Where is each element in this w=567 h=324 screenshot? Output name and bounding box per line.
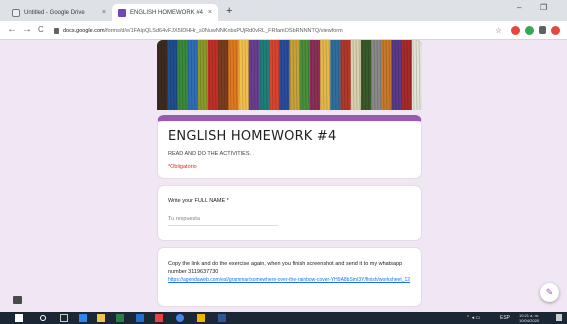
- clock[interactable]: 10:21 a. m. 10/04/2020: [519, 313, 539, 323]
- search-icon[interactable]: [40, 315, 46, 321]
- close-tab-icon[interactable]: ×: [208, 9, 212, 16]
- pencil-icon: ✎: [545, 287, 554, 297]
- form-title-card: ENGLISH HOMEWORK #4 READ AND DO THE ACTI…: [157, 115, 422, 179]
- header-image-colored-yarn: [157, 40, 422, 110]
- google-form: ENGLISH HOMEWORK #4 READ AND DO THE ACTI…: [157, 40, 422, 307]
- url-domain: docs.google.com: [63, 27, 105, 34]
- browser-tab-strip: Untitled - Google Drive × ENGLISH HOMEWO…: [0, 0, 567, 21]
- colored-yarn-icon: [157, 40, 422, 110]
- reload-button[interactable]: C: [38, 23, 44, 37]
- windows-taskbar: ⌃ ◂ ▭ ESP 10:21 a. m. 10/04/2020: [0, 312, 567, 324]
- question-card-full-name: Write your FULL NAME * Tu respuesta: [157, 185, 422, 241]
- form-title: ENGLISH HOMEWORK #4: [168, 129, 337, 144]
- store-icon[interactable]: [116, 314, 124, 322]
- extension-green-icon[interactable]: [525, 26, 534, 35]
- windows-start-icon[interactable]: [15, 314, 23, 322]
- instruction-card: Copy the link and do the exercise again,…: [157, 247, 422, 307]
- chrome-icon[interactable]: [176, 314, 184, 322]
- minimize-button[interactable]: –: [517, 3, 521, 12]
- file-explorer-icon[interactable]: [97, 314, 105, 322]
- new-tab-button[interactable]: +: [226, 4, 232, 18]
- google-forms-icon: [118, 8, 126, 17]
- clock-date: 10/04/2020: [519, 318, 540, 323]
- edit-fab-button[interactable]: ✎: [540, 283, 559, 302]
- close-tab-icon[interactable]: ×: [102, 9, 106, 16]
- extensions-puzzle-icon[interactable]: [539, 26, 546, 34]
- lock-icon: [54, 27, 59, 34]
- full-name-input[interactable]: Tu respuesta: [168, 216, 278, 226]
- tab-title: ENGLISH HOMEWORK #4: [130, 9, 204, 16]
- url-path: /forms/d/e/1FAIpQLSd64vFJX5IDHHr_s0NuwNN…: [104, 27, 343, 34]
- form-description: READ AND DO THE ACTIVITIES.: [168, 151, 252, 157]
- language-indicator[interactable]: ESP: [500, 314, 510, 322]
- word-icon[interactable]: [218, 314, 226, 322]
- forward-button[interactable]: →: [22, 23, 32, 37]
- question-label: Write your FULL NAME *: [168, 198, 229, 204]
- app-icon[interactable]: [155, 314, 163, 322]
- required-note: *Obligatorio: [168, 164, 197, 170]
- tab-english-homework[interactable]: ENGLISH HOMEWORK #4 ×: [112, 4, 218, 21]
- instruction-text: Copy the link and do the exercise again,…: [168, 261, 403, 275]
- bookmark-star-icon[interactable]: ☆: [495, 24, 502, 38]
- tab-title: Untitled - Google Drive: [24, 9, 85, 16]
- report-feedback-icon[interactable]: [13, 296, 22, 304]
- tab-google-drive[interactable]: Untitled - Google Drive ×: [6, 4, 112, 21]
- exercise-link[interactable]: https://agendaweb.com/esl/grammar/somewh…: [168, 277, 411, 283]
- address-bar-row: ← → C docs.google.com /forms/d/e/1FAIpQL…: [0, 21, 567, 40]
- google-drive-icon: [12, 8, 20, 17]
- tray-icons: ⌃ ◂ ▭: [466, 315, 481, 321]
- notifications-icon[interactable]: [556, 314, 562, 321]
- back-button[interactable]: ←: [7, 23, 17, 37]
- profile-avatar-icon[interactable]: [551, 26, 560, 35]
- app-yellow-icon[interactable]: [197, 314, 205, 322]
- task-view-icon[interactable]: [60, 314, 68, 322]
- mail-icon[interactable]: [136, 314, 144, 322]
- url-bar[interactable]: docs.google.com /forms/d/e/1FAIpQLSd64vF…: [52, 24, 492, 37]
- edge-icon[interactable]: [79, 314, 87, 322]
- restore-button[interactable]: ❐: [540, 3, 547, 12]
- extension-opera-icon[interactable]: [511, 26, 520, 35]
- yarn-stripe: [187, 40, 199, 110]
